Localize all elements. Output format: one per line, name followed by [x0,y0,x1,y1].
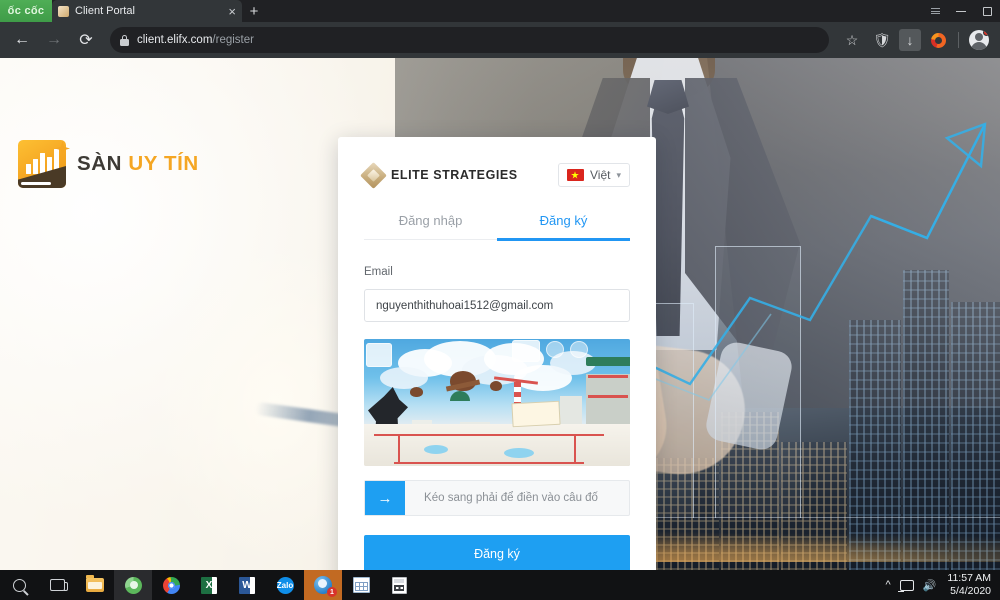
auth-tabs: Đăng nhập Đăng ký [364,213,630,241]
chart-bar-outline [715,246,801,518]
clock-date: 5/4/2020 [950,585,991,597]
arrow-right-icon: → [377,489,393,507]
tab-dang-nhap[interactable]: Đăng nhập [364,213,497,239]
slider-instruction: Kéo sang phải để điền vào câu đố [424,492,598,504]
coccoc-brand-tab[interactable]: ốc cốc [0,0,52,22]
url-domain: client.elifx.com [137,34,213,46]
coccoc-brand-label: ốc cốc [7,5,45,17]
diamond-icon [360,161,387,189]
flying-object [490,381,502,391]
taskbar-coccoc-active[interactable]: 1 [304,570,342,600]
display-icon[interactable] [897,579,914,593]
taskbar-search-button[interactable] [0,570,38,600]
brand-word-1: SÀN [77,152,123,175]
browser-toolbar: ← → ⟳ client.elifx.com/register ☆ 🛡 ↓ [0,22,1000,58]
list-icon[interactable] [922,0,948,22]
new-tab-button[interactable]: + [242,0,266,22]
taskbar-file-explorer[interactable] [76,570,114,600]
toolbar-divider [958,32,959,48]
browser-chrome: ốc cốc Client Portal × + ← → ⟳ client.el… [0,0,1000,58]
calendar-icon [352,577,370,593]
minimize-icon[interactable] [948,0,974,22]
zalo-icon: Zalo [276,576,294,594]
puzzle-piece-hole [366,343,392,367]
maximize-icon[interactable] [974,0,1000,22]
chevron-up-icon[interactable]: ^ [886,579,891,591]
slider-handle[interactable]: → [365,481,405,515]
excel-icon: X [201,576,217,594]
url-text: client.elifx.com/register [137,34,254,46]
chevron-down-icon: ▾ [616,169,621,180]
email-label: Email [364,266,393,278]
task-view-icon [49,579,68,591]
language-label: Việt [590,168,611,182]
windows-taskbar: X W Zalo 1 ^ 🔊 11:57 AM 5/4/2020 [0,570,1000,600]
taskbar-excel[interactable]: X [190,570,228,600]
notification-badge: 1 [327,587,337,597]
tab-dang-ky[interactable]: Đăng ký [497,213,630,241]
tab-title: Client Portal [75,5,135,17]
brand-word-2: UY TÍN [128,152,199,175]
volume-icon[interactable]: 🔊 [923,579,937,592]
taskbar-word[interactable]: W [228,570,266,600]
flying-object [410,387,423,397]
register-card: ELITE STRATEGIES Việt ▾ Đăng nhập Đăng k… [338,137,656,570]
window-controls [922,0,1000,22]
calculator-icon [391,576,407,594]
clock[interactable]: 11:57 AM 5/4/2020 [945,572,991,598]
address-bar[interactable]: client.elifx.com/register [110,27,829,53]
register-submit-button[interactable]: Đăng ký [364,535,630,570]
language-selector[interactable]: Việt ▾ [558,163,630,187]
search-icon [12,578,26,592]
puzzle-piece-hole [512,340,540,362]
shield-icon[interactable]: 🛡 [869,27,895,53]
building [903,270,949,570]
san-uy-tin-logo[interactable]: SÀN UY TÍN [18,140,199,188]
bookmark-star-icon[interactable]: ☆ [839,27,865,53]
extension-icon[interactable] [925,27,951,53]
tab-dang-nhap-label: Đăng nhập [398,213,463,228]
puzzle-piece-hole [546,341,564,358]
clock-time: 11:57 AM [947,572,991,584]
bar-chart-logo-icon [18,140,70,188]
captcha-slider[interactable]: → Kéo sang phải để điền vào câu đố [364,480,630,516]
vietnam-flag-icon [567,169,584,181]
download-icon[interactable]: ↓ [899,29,921,51]
card-header: ELITE STRATEGIES Việt ▾ [360,161,630,189]
back-button[interactable]: ← [8,26,36,54]
chrome-icon [162,576,180,594]
taskbar-calculator[interactable] [380,570,418,600]
elite-strategies-logo[interactable]: ELITE STRATEGIES [360,161,518,189]
screen: SÀN UY TÍN ELITE STRATEGIES Việt ▾ Đăng … [0,0,1000,600]
taskbar-chrome[interactable] [152,570,190,600]
taskbar-zalo[interactable]: Zalo [266,570,304,600]
profile-avatar-button[interactable] [966,27,992,53]
coccoc-browser-icon [124,576,142,594]
system-tray: ^ 🔊 11:57 AM 5/4/2020 [886,570,1000,600]
reload-button[interactable]: ⟳ [72,26,100,54]
browser-tab-client-portal[interactable]: Client Portal × [52,0,242,22]
taskbar-task-view-button[interactable] [38,570,76,600]
web-page: SÀN UY TÍN ELITE STRATEGIES Việt ▾ Đăng … [0,58,1000,570]
tab-close-icon[interactable]: × [228,5,236,18]
file-explorer-icon [86,575,104,592]
taskbar-calendar[interactable] [342,570,380,600]
email-field[interactable] [364,289,630,322]
url-path: /register [212,34,254,46]
tab-dang-ky-label: Đăng ký [539,213,588,228]
puzzle-piece-hole [570,341,588,358]
forward-button[interactable]: → [40,26,68,54]
word-icon: W [239,576,255,594]
brand-wordmark: SÀN UY TÍN [77,152,199,176]
lock-icon [120,34,129,46]
tab-favicon-icon [58,5,69,17]
captcha-puzzle-image[interactable] [364,339,630,466]
tab-strip: ốc cốc Client Portal × + [0,0,1000,22]
elite-strategies-label: ELITE STRATEGIES [391,168,518,182]
taskbar-coccoc[interactable] [114,570,152,600]
plaza-ground [364,424,630,466]
